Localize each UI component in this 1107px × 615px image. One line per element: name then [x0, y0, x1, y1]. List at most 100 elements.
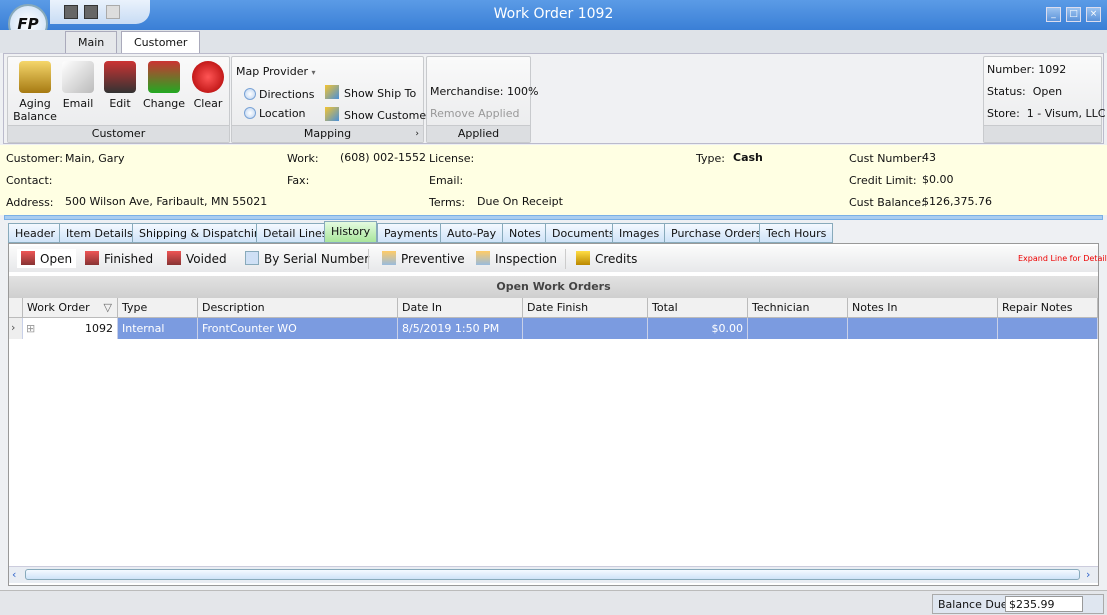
ribbon: Aging Balance Email Edit Change Clear Cu…: [3, 53, 1105, 156]
tab-purchase-orders[interactable]: Purchase Orders: [664, 223, 769, 243]
cust-number-value: 43: [922, 151, 936, 164]
merchandise-percentage: Merchandise: 100%: [430, 85, 539, 98]
title-bar: Work Order 1092 _ □ ×: [0, 0, 1107, 30]
change-button[interactable]: Change: [141, 61, 187, 110]
people-refresh-icon: [148, 61, 180, 93]
cust-balance-value: $126,375.76: [922, 195, 992, 208]
email-button[interactable]: Email: [58, 61, 98, 110]
store-value: 1 - Visum, LLC: [1026, 107, 1106, 120]
maximize-button[interactable]: □: [1066, 7, 1081, 22]
history-toolbar: Open Finished Voided By Serial Number Pr…: [9, 246, 1107, 272]
status-value: Open: [1032, 85, 1063, 98]
open-button[interactable]: Open: [17, 249, 77, 268]
expand-icon[interactable]: ⊞: [26, 322, 35, 335]
tab-shipping[interactable]: Shipping & Dispatching: [132, 223, 275, 243]
scroll-right-icon[interactable]: ›: [1086, 568, 1090, 581]
filter-icon[interactable]: ▽: [104, 301, 112, 314]
inspection-button[interactable]: Inspection: [476, 251, 557, 266]
scroll-left-icon[interactable]: ‹: [12, 568, 16, 581]
address-value: 500 Wilson Ave, Faribault, MN 55021: [65, 195, 268, 208]
balance-due-value: $235.99: [1005, 596, 1083, 612]
tab-documents[interactable]: Documents: [545, 223, 622, 243]
chevron-down-icon: ▾: [311, 68, 316, 77]
window-title: Work Order 1092: [493, 6, 614, 22]
radio-icon: [244, 88, 256, 100]
directions-radio[interactable]: Directions: [244, 88, 314, 101]
splitter[interactable]: [4, 215, 1103, 220]
column-header-work-order[interactable]: Work Order ▽: [23, 298, 118, 318]
tab-tech-hours[interactable]: Tech Hours: [759, 223, 834, 243]
preventive-icon: [382, 251, 396, 265]
scales-icon: [19, 61, 51, 93]
close-button[interactable]: ×: [1086, 7, 1101, 22]
envelope-icon: [62, 61, 94, 93]
preventive-button[interactable]: Preventive: [382, 251, 465, 266]
balance-due: Balance Due: $235.99: [932, 594, 1104, 614]
dialog-launcher-icon[interactable]: ›: [415, 126, 419, 142]
scrollbar-thumb[interactable]: [25, 569, 1080, 580]
finished-button[interactable]: Finished: [85, 251, 153, 266]
by-serial-number-checkbox[interactable]: By Serial Number: [245, 251, 369, 266]
column-header-total[interactable]: Total: [648, 298, 748, 318]
ribbon-tabs: Main Customer: [0, 30, 1107, 54]
tab-payments[interactable]: Payments: [377, 223, 445, 243]
cell-date-finish: [523, 318, 648, 339]
grid-group-title: Open Work Orders: [9, 276, 1098, 298]
credit-limit-value: $0.00: [922, 173, 954, 186]
group-label: Customer: [8, 125, 229, 142]
tab-item-details[interactable]: Item Details: [59, 223, 140, 243]
map-icon: [325, 107, 339, 121]
work-order-icon: [85, 251, 99, 265]
column-header-type[interactable]: Type: [118, 298, 198, 318]
cell-type: Internal: [118, 318, 198, 339]
tab-header[interactable]: Header: [8, 223, 63, 243]
remove-applied-button[interactable]: Remove Applied: [430, 107, 520, 120]
voided-button[interactable]: Voided: [167, 251, 227, 266]
row-indicator-icon: ›: [9, 318, 23, 339]
applied-percentages-group: Merchandise: 100% Remove Applied Applied…: [426, 56, 538, 156]
tab-notes[interactable]: Notes: [502, 223, 548, 243]
cell-date-in: 8/5/2019 1:50 PM: [398, 318, 523, 339]
work-phone-value: (608) 002-1552: [340, 151, 427, 164]
ribbon-tab-main[interactable]: Main: [65, 31, 118, 54]
credits-icon: [576, 251, 590, 265]
people-icon: [104, 61, 136, 93]
customer-group: Aging Balance Email Edit Change Clear Cu…: [7, 56, 230, 143]
type-value: Cash: [733, 151, 763, 164]
column-header-notes-in[interactable]: Notes In: [848, 298, 998, 318]
customer-info-panel: Customer: Main, Gary Contact: Address: 5…: [0, 145, 1107, 215]
column-header-date-finish[interactable]: Date Finish: [523, 298, 648, 318]
radio-icon: [244, 107, 256, 119]
cell-repair-notes: [998, 318, 1098, 339]
no-entry-icon: [192, 61, 224, 93]
credits-button[interactable]: Credits: [576, 251, 637, 266]
column-header-technician[interactable]: Technician: [748, 298, 848, 318]
minimize-button[interactable]: _: [1046, 7, 1061, 22]
location-radio[interactable]: Location: [244, 107, 306, 120]
edit-button[interactable]: Edit: [100, 61, 140, 110]
mapping-group: Map Provider ▾ Directions Location Show …: [231, 56, 431, 143]
work-order-icon: [167, 251, 181, 265]
map-provider-dropdown[interactable]: Map Provider ▾: [236, 65, 316, 78]
aging-balance-button[interactable]: Aging Balance: [10, 61, 60, 123]
tab-auto-pay[interactable]: Auto-Pay: [440, 223, 504, 243]
horizontal-scrollbar[interactable]: ‹ ›: [9, 566, 1098, 583]
tab-detail-lines[interactable]: Detail Lines: [256, 223, 335, 243]
cell-work-order[interactable]: ⊞ 1092: [23, 318, 118, 339]
work-order-icon: [21, 251, 35, 265]
show-ship-to-button[interactable]: Show Ship To: [325, 85, 416, 100]
summary-group: Number: 1092 Status: Open Store: 1 - Vis…: [983, 56, 1105, 143]
tab-history[interactable]: History: [324, 221, 378, 243]
clear-button[interactable]: Clear: [188, 61, 228, 110]
ribbon-tab-customer[interactable]: Customer: [121, 31, 201, 54]
checkbox-icon: [245, 251, 259, 265]
column-header-repair-notes[interactable]: Repair Notes: [998, 298, 1098, 318]
expand-hint: Expand Line for Detail: [1018, 254, 1107, 263]
column-header-date-in[interactable]: Date In: [398, 298, 523, 318]
history-panel: Open Finished Voided By Serial Number Pr…: [8, 243, 1107, 586]
terms-value: Due On Receipt: [477, 195, 563, 208]
column-header-description[interactable]: Description: [198, 298, 398, 318]
tab-images[interactable]: Images: [612, 223, 667, 243]
row-indicator-header: [9, 298, 23, 318]
show-customer-button[interactable]: Show Customer: [325, 107, 431, 122]
